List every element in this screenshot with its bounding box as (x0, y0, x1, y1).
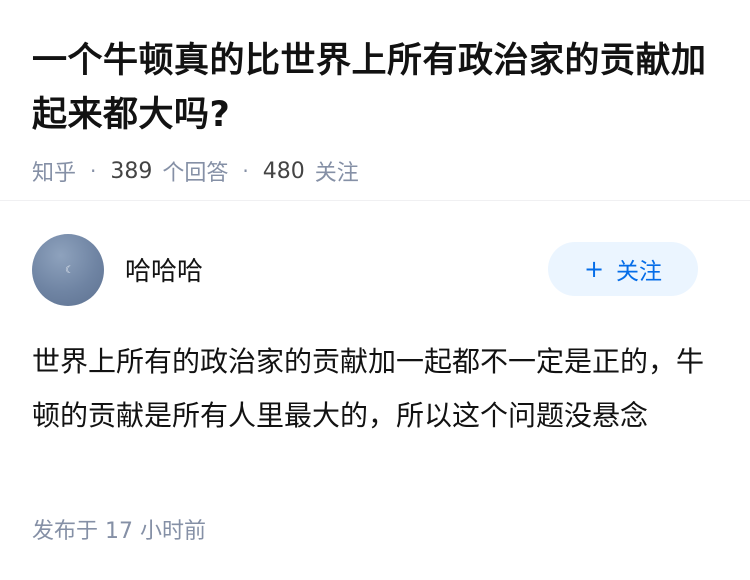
meta-separator: · (90, 159, 97, 183)
avatar-moon-icon: ☾ (65, 265, 74, 276)
follow-button[interactable]: + 关注 (548, 242, 698, 296)
answer-count-label[interactable]: 个回答 (162, 155, 228, 187)
author-row: ☾ 哈哈哈 + 关注 (0, 201, 750, 307)
time-value: 17 小时前 (105, 519, 207, 544)
plus-icon: + (583, 255, 605, 283)
meta-separator: · (242, 159, 249, 183)
time-prefix: 发布于 (32, 519, 99, 544)
answer-timestamp: 发布于 17 小时前 (32, 513, 206, 545)
source-label[interactable]: 知乎 (32, 155, 76, 187)
answer-card: ☾ 哈哈哈 + 关注 世界上所有的政治家的贡献加一起都不一定是正的，牛顿的贡献是… (0, 201, 750, 544)
question-title[interactable]: 一个牛顿真的比世界上所有政治家的贡献加起来都大吗? (32, 34, 718, 142)
follower-count: 480 (262, 158, 305, 184)
follow-button-label: 关注 (616, 259, 663, 285)
question-header: 一个牛顿真的比世界上所有政治家的贡献加起来都大吗? 知乎 · 389 个回答 ·… (0, 0, 750, 186)
follower-label: 关注 (314, 161, 359, 186)
avatar[interactable]: ☾ (32, 234, 104, 306)
author-name[interactable]: 哈哈哈 (125, 251, 203, 288)
answer-content[interactable]: 世界上所有的政治家的贡献加一起都不一定是正的，牛顿的贡献是所有人里最大的，所以这… (32, 335, 712, 443)
question-meta: 知乎 · 389 个回答 · 480 关注 (32, 155, 718, 187)
answer-count: 389 (110, 158, 153, 184)
question-page: 一个牛顿真的比世界上所有政治家的贡献加起来都大吗? 知乎 · 389 个回答 ·… (0, 0, 750, 580)
